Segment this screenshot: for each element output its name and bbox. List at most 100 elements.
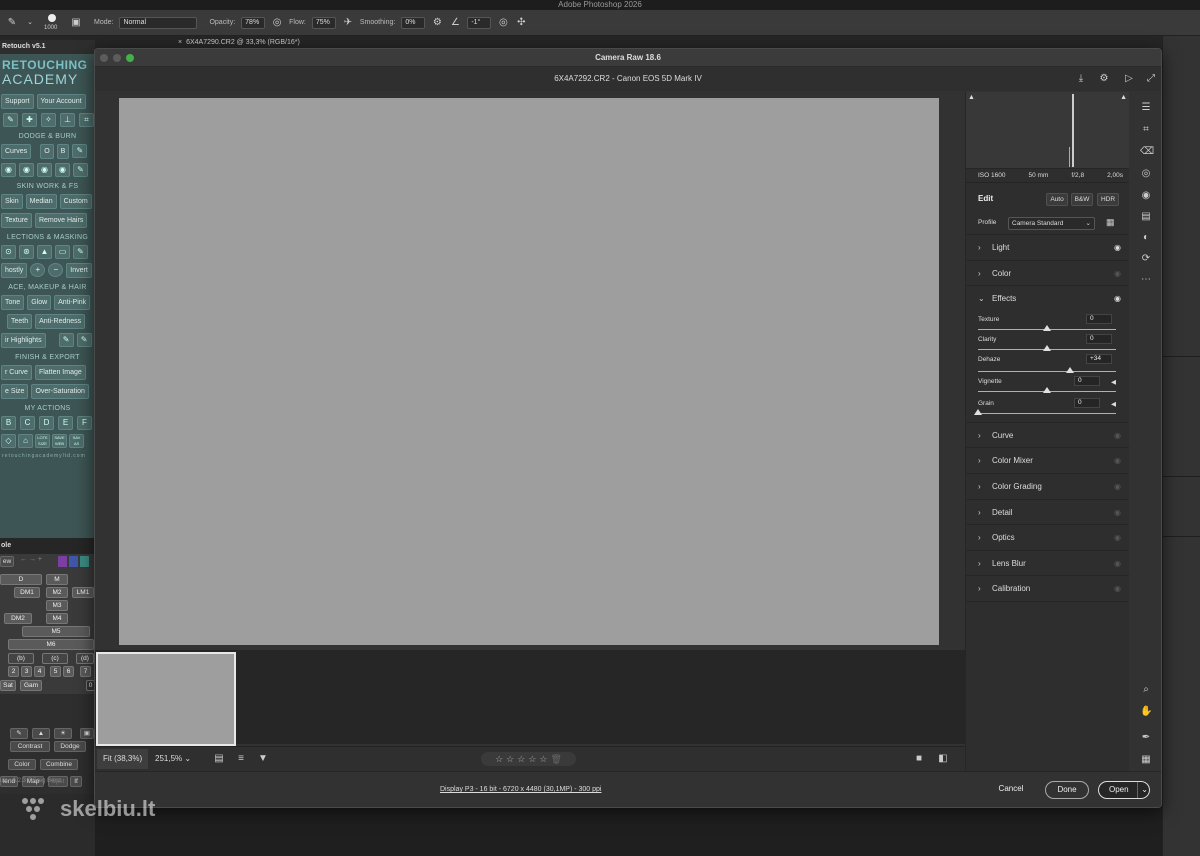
airbrush-icon[interactable]: ✈ bbox=[342, 17, 354, 29]
account-button[interactable]: Your Account bbox=[36, 94, 86, 109]
eye-icon[interactable]: ◉ bbox=[1114, 482, 1121, 491]
key-7[interactable]: 7 bbox=[80, 666, 91, 677]
ghostly-button[interactable]: hostly bbox=[1, 263, 28, 278]
profile-select[interactable]: Camera Standard ⌄ bbox=[1008, 217, 1095, 230]
dehaze-value[interactable]: +34 bbox=[1086, 353, 1112, 364]
pressure-size-icon[interactable]: ◎ bbox=[497, 17, 509, 29]
rating-stars[interactable]: ☆ ☆ ☆ ☆ ☆ 🗑 bbox=[481, 752, 576, 766]
purple-swatch[interactable] bbox=[58, 556, 67, 567]
hand-icon[interactable]: ✋ bbox=[1140, 706, 1152, 718]
marquee-icon[interactable]: ▭ bbox=[55, 245, 70, 259]
levels-icon[interactable]: ▲ bbox=[37, 245, 52, 259]
key-sat[interactable]: Sat bbox=[0, 680, 16, 691]
action-b-button[interactable]: B bbox=[1, 416, 16, 430]
open-button[interactable]: Open ⌄ bbox=[1098, 781, 1150, 799]
section-light[interactable]: › Light ◉ bbox=[966, 235, 1129, 261]
key-4[interactable]: 4 bbox=[34, 666, 45, 677]
key-2[interactable]: 2 bbox=[8, 666, 19, 677]
save-as-button[interactable]: SAV AS bbox=[69, 434, 84, 448]
masking-icon[interactable]: ◎ bbox=[1140, 168, 1152, 180]
grain-slider[interactable]: Grain 0 ◀ bbox=[974, 397, 1116, 420]
done-button[interactable]: Done bbox=[1045, 781, 1089, 799]
save-icon[interactable]: ⤓ bbox=[1075, 73, 1087, 85]
blue-swatch[interactable] bbox=[69, 556, 78, 567]
symmetry-icon[interactable]: ✣ bbox=[515, 17, 527, 29]
key-m5[interactable]: M5 bbox=[22, 626, 90, 637]
vignette-thumb[interactable] bbox=[1043, 386, 1051, 393]
more-icon[interactable]: ⋯ bbox=[1140, 274, 1152, 286]
curves-icon[interactable]: ✎ bbox=[10, 728, 28, 739]
crop-icon[interactable]: ⌗ bbox=[79, 113, 94, 127]
eye-icon[interactable]: ◉ bbox=[19, 163, 34, 177]
eye-icon[interactable]: ◉ bbox=[1114, 559, 1121, 568]
eye-icon[interactable]: ◉ bbox=[1114, 584, 1121, 593]
glow-button[interactable]: Glow bbox=[27, 295, 52, 310]
eye-icon[interactable]: ◉ bbox=[1114, 533, 1121, 542]
filter-icon[interactable]: ▼ bbox=[257, 753, 269, 765]
layers-icon[interactable]: ▤ bbox=[1140, 211, 1152, 223]
filmstrip-icon[interactable]: ▤ bbox=[213, 753, 225, 765]
patch-icon[interactable]: ✧ bbox=[41, 113, 56, 127]
stamp-icon[interactable]: ⊥ bbox=[60, 113, 75, 127]
expand-icon[interactable]: ⤢ bbox=[1145, 73, 1157, 85]
key-c[interactable]: (c) bbox=[42, 653, 68, 664]
brush-icon[interactable]: ✎ bbox=[72, 144, 88, 158]
cancel-button[interactable]: Cancel bbox=[991, 781, 1031, 799]
eraser-icon[interactable]: ⌫ bbox=[1140, 146, 1154, 158]
hdr-button[interactable]: HDR bbox=[1097, 193, 1119, 206]
anti-redness-button[interactable]: Anti-Redness bbox=[35, 314, 86, 329]
curve-button[interactable]: r Curve bbox=[1, 365, 32, 380]
section-color-mixer[interactable]: › Color Mixer ◉ bbox=[966, 448, 1129, 474]
zoom-window-button[interactable] bbox=[126, 54, 134, 62]
key-lm1[interactable]: LM1 bbox=[72, 587, 94, 598]
brush-icon[interactable]: ✎ bbox=[58, 333, 74, 347]
select-icon[interactable]: ⊛ bbox=[19, 245, 34, 259]
texture-value[interactable]: 0 bbox=[1086, 313, 1112, 324]
section-detail[interactable]: › Detail ◉ bbox=[966, 500, 1129, 526]
eye-icon[interactable]: ◉ bbox=[1114, 294, 1121, 303]
eye-icon[interactable]: ◉ bbox=[1114, 456, 1121, 465]
key-3[interactable]: 3 bbox=[21, 666, 32, 677]
plus-icon[interactable]: + bbox=[30, 263, 46, 277]
key-m[interactable]: M bbox=[46, 574, 68, 585]
key-dm1[interactable]: DM1 bbox=[14, 587, 40, 598]
key-m2[interactable]: M2 bbox=[46, 587, 68, 598]
section-calibration[interactable]: › Calibration ◉ bbox=[966, 576, 1129, 602]
sort-icon[interactable]: ≡ bbox=[235, 753, 247, 765]
bw-button[interactable]: B&W bbox=[1071, 193, 1093, 206]
close-icon[interactable]: × bbox=[178, 39, 182, 46]
eye-icon[interactable]: ◉ bbox=[37, 163, 52, 177]
o-button[interactable]: O bbox=[40, 144, 54, 159]
section-effects[interactable]: ⌄ Effects ◉ bbox=[966, 286, 1129, 312]
select-icon[interactable]: ⊙ bbox=[1, 245, 16, 259]
section-optics[interactable]: › Optics ◉ bbox=[966, 525, 1129, 551]
image-preview[interactable] bbox=[119, 98, 939, 645]
key-b[interactable]: (b) bbox=[8, 653, 34, 664]
action-icon[interactable]: ◇ bbox=[1, 434, 16, 448]
lote-size-button[interactable]: LOTE SIZE bbox=[35, 434, 50, 448]
presets-icon[interactable]: ◐ bbox=[1140, 232, 1152, 244]
smoothing-field[interactable]: 0% bbox=[401, 16, 426, 29]
filmstrip-thumbnail[interactable] bbox=[96, 652, 236, 746]
action-f-button[interactable]: F bbox=[77, 416, 92, 430]
eye-icon[interactable]: ◉ bbox=[1, 163, 16, 177]
dodge-button[interactable]: Dodge bbox=[54, 741, 86, 752]
vignette-slider[interactable]: Vignette 0 ◀ bbox=[978, 375, 1116, 398]
eye-icon[interactable]: ◉ bbox=[55, 163, 70, 177]
skin-button[interactable]: Skin bbox=[1, 194, 23, 209]
key-6[interactable]: 6 bbox=[63, 666, 74, 677]
gear-icon[interactable]: ⚙ bbox=[431, 17, 443, 29]
brush-icon[interactable]: ✎ bbox=[76, 333, 92, 347]
profile-browser-icon[interactable]: ▦ bbox=[1106, 217, 1115, 228]
close-window-button[interactable] bbox=[100, 54, 108, 62]
opacity-field[interactable]: 78% bbox=[241, 16, 266, 29]
eye-icon[interactable]: ◉ bbox=[1114, 431, 1121, 440]
brush-icon[interactable]: ✎ bbox=[3, 113, 18, 127]
invert-button[interactable]: Invert bbox=[66, 263, 92, 278]
teeth-button[interactable]: Teeth bbox=[7, 314, 33, 329]
eye-icon[interactable]: ◉ bbox=[1114, 269, 1121, 278]
b-button[interactable]: B bbox=[56, 144, 70, 159]
brush-icon[interactable]: ✎ bbox=[73, 163, 88, 177]
custom-button[interactable]: Custom bbox=[59, 194, 92, 209]
workflow-options-link[interactable]: Display P3 - 16 bit - 6720 x 4480 (30,1M… bbox=[440, 786, 601, 793]
